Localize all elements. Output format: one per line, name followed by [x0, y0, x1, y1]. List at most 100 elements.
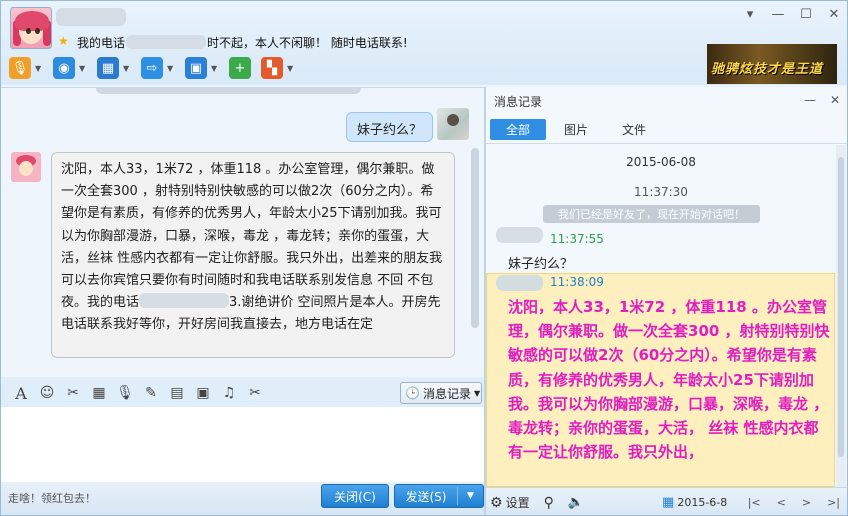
tab-images[interactable]: 图片 — [548, 119, 604, 140]
history-divider — [486, 143, 847, 144]
prev-page-icon[interactable]: < — [777, 496, 786, 509]
font-icon[interactable]: A — [11, 384, 31, 403]
signature-suffix: 时不起，本人不闲聊！ 随时电话联系! — [207, 36, 408, 50]
chat-footer: 走啥！领红包去！ 关闭(C) 发送(S) ▼ — [1, 482, 484, 515]
send-button[interactable]: 发送(S) ▼ — [394, 484, 484, 508]
screenshot-icon[interactable]: ▣ — [193, 385, 213, 401]
message-history-label: 消息记录 — [422, 386, 471, 401]
sender-name-redacted — [496, 275, 543, 291]
settings-label: 设置 — [505, 496, 530, 510]
history-msg2[interactable]: 沈阳，本人33，1米72 ，体重118 。办公室管理，偶尔兼职。做一次全套300… — [508, 295, 830, 487]
close-icon[interactable]: ✕ — [827, 7, 841, 22]
contact-avatar-small[interactable] — [11, 152, 41, 182]
chevron-down-icon[interactable]: ▼ — [458, 491, 483, 501]
previous-message-redacted — [96, 88, 361, 94]
contact-signature: 我的电话 时不起，本人不闲聊！ 随时电话联系! — [77, 34, 408, 51]
my-avatar[interactable] — [437, 108, 469, 140]
contact-avatar[interactable] — [10, 7, 52, 49]
history-date: 2015-06-08 — [626, 155, 696, 169]
settings-button[interactable]: ⚙ 设置 — [490, 494, 530, 511]
footer-date: 2015-6-8 — [677, 496, 728, 509]
contact-name-redacted — [56, 8, 126, 26]
tool-microphone[interactable]: 🎙 ▼ — [7, 55, 45, 81]
window-controls: ▾ — ☐ ✕ — [743, 7, 841, 22]
chevron-down-icon[interactable]: ▼ — [211, 64, 219, 73]
tool-add-chat[interactable]: + — [227, 55, 253, 81]
tab-all[interactable]: 全部 — [490, 119, 546, 140]
menu-dropdown-icon[interactable]: ▾ — [743, 7, 757, 22]
chevron-down-icon[interactable]: ▼ — [167, 64, 175, 73]
gallery-icon[interactable]: ▦ — [89, 385, 109, 401]
chevron-down-icon[interactable]: ▼ — [287, 64, 295, 73]
history-msg1-time: 11:37:55 — [550, 232, 604, 246]
avatar-hair — [15, 11, 49, 31]
screen-share-icon: ▦ — [97, 57, 119, 79]
add-chat-icon: + — [229, 57, 251, 79]
speaker-icon[interactable]: 🔈 — [568, 495, 584, 510]
chevron-down-icon: ▼ — [473, 388, 481, 398]
chat-messages-panel[interactable]: 妹子约么？ 沈阳，本人33，1米72 ，体重118 。办公室管理，偶尔兼职。做一… — [1, 87, 484, 377]
magic-icon[interactable]: ✂ — [63, 385, 83, 401]
clock-icon: 🕒 — [405, 386, 420, 400]
ad-banner[interactable]: 驰骋炫技才是王道 — [707, 44, 837, 84]
message-history-panel: 消息记录 — ✕ 全部 图片 文件 2015-06-08 11:37:30 我们… — [486, 87, 847, 515]
history-close-icon[interactable]: ✕ — [830, 93, 840, 107]
minimize-icon[interactable]: — — [771, 7, 785, 22]
history-system-time: 11:37:30 — [634, 185, 688, 199]
chat-scrollbar[interactable] — [471, 148, 479, 328]
folder-transfer-icon: ⇨ — [141, 57, 163, 79]
outgoing-message-bubble[interactable]: 妹子约么？ — [346, 112, 434, 142]
window-header: ★ 我的电话 时不起，本人不闲聊！ 随时电话联系! ▾ — ☐ ✕ 驰骋炫技才是王… — [1, 1, 847, 85]
tool-apps[interactable]: ▚ ▼ — [259, 55, 297, 81]
avatar-small-face — [19, 161, 33, 176]
remote-desktop-icon: ▣ — [185, 57, 207, 79]
phone-number-redacted — [139, 293, 230, 309]
tool-remote-desktop[interactable]: ▣ ▼ — [183, 55, 221, 81]
tool-screen-share[interactable]: ▦ ▼ — [95, 55, 133, 81]
maximize-icon[interactable]: ☐ — [799, 7, 813, 22]
scissors-icon[interactable]: ✂ — [245, 385, 265, 401]
send-button-label: 发送(S) — [405, 489, 447, 504]
incoming-message-bubble[interactable]: 沈阳，本人33，1米72 ，体重118 。办公室管理，偶尔兼职。做一次全套300… — [51, 152, 455, 358]
search-icon[interactable]: ⚲ — [544, 495, 554, 511]
camera-icon: ◉ — [53, 57, 75, 79]
close-button[interactable]: 关闭(C) — [321, 484, 389, 508]
ad-banner-text: 驰骋炫技才是王道 — [711, 62, 824, 77]
tab-files[interactable]: 文件 — [606, 119, 662, 140]
sender-name-redacted — [496, 227, 543, 243]
history-footer: ⚙ 设置 ⚲ 🔈 ▦ 2015-6-8 |< < > >| — [486, 487, 847, 515]
message-input[interactable] — [1, 407, 484, 482]
gear-icon: ⚙ — [490, 494, 503, 511]
music-icon[interactable]: ♫ — [219, 385, 239, 401]
history-msg2-time: 11:38:09 — [550, 275, 604, 289]
avatar-eye-left — [26, 28, 31, 34]
first-page-icon[interactable]: |< — [748, 496, 761, 509]
tool-file-transfer[interactable]: ⇨ ▼ — [139, 55, 177, 81]
signature-redacted — [126, 35, 207, 49]
calendar-icon: ▦ — [662, 495, 675, 510]
last-page-icon[interactable]: >| — [827, 496, 840, 509]
chevron-down-icon[interactable]: ▼ — [35, 64, 43, 73]
system-message: 我们已经是好友了，现在开始对话吧！ — [543, 205, 760, 223]
microphone-icon: 🎙 — [9, 57, 31, 79]
history-minimize-icon[interactable]: — — [804, 93, 816, 107]
avatar-eye-right — [35, 28, 40, 34]
history-panel-controls: — ✕ — [804, 93, 840, 107]
voice-icon[interactable]: 🎙 — [115, 385, 135, 401]
status-tip[interactable]: 走啥！领红包去！ — [8, 490, 96, 506]
apps-icon: ▚ — [261, 57, 283, 79]
chevron-down-icon[interactable]: ▼ — [123, 64, 131, 73]
star-icon: ★ — [58, 34, 69, 48]
edit-icon[interactable]: ✎ — [141, 385, 161, 401]
image-icon[interactable]: ▤ — [167, 385, 187, 401]
message-history-button[interactable]: 🕒 消息记录 ▼ — [400, 382, 482, 404]
history-scrollbar-thumb[interactable] — [838, 157, 844, 457]
date-picker[interactable]: ▦ 2015-6-8 — [662, 495, 727, 510]
chevron-down-icon[interactable]: ▼ — [79, 64, 87, 73]
next-page-icon[interactable]: > — [802, 496, 811, 509]
incoming-message-text-1: 沈阳，本人33，1米72 ，体重118 。办公室管理，偶尔兼职。做一次全套300… — [61, 162, 443, 311]
main-toolbar: 🎙 ▼ ◉ ▼ ▦ ▼ ⇨ ▼ ▣ ▼ + ▚ ▼ — [7, 55, 297, 81]
tool-camera[interactable]: ◉ ▼ — [51, 55, 89, 81]
history-msg1[interactable]: 妹子约么？ — [508, 253, 573, 272]
emoji-icon[interactable]: ☺ — [37, 385, 57, 401]
